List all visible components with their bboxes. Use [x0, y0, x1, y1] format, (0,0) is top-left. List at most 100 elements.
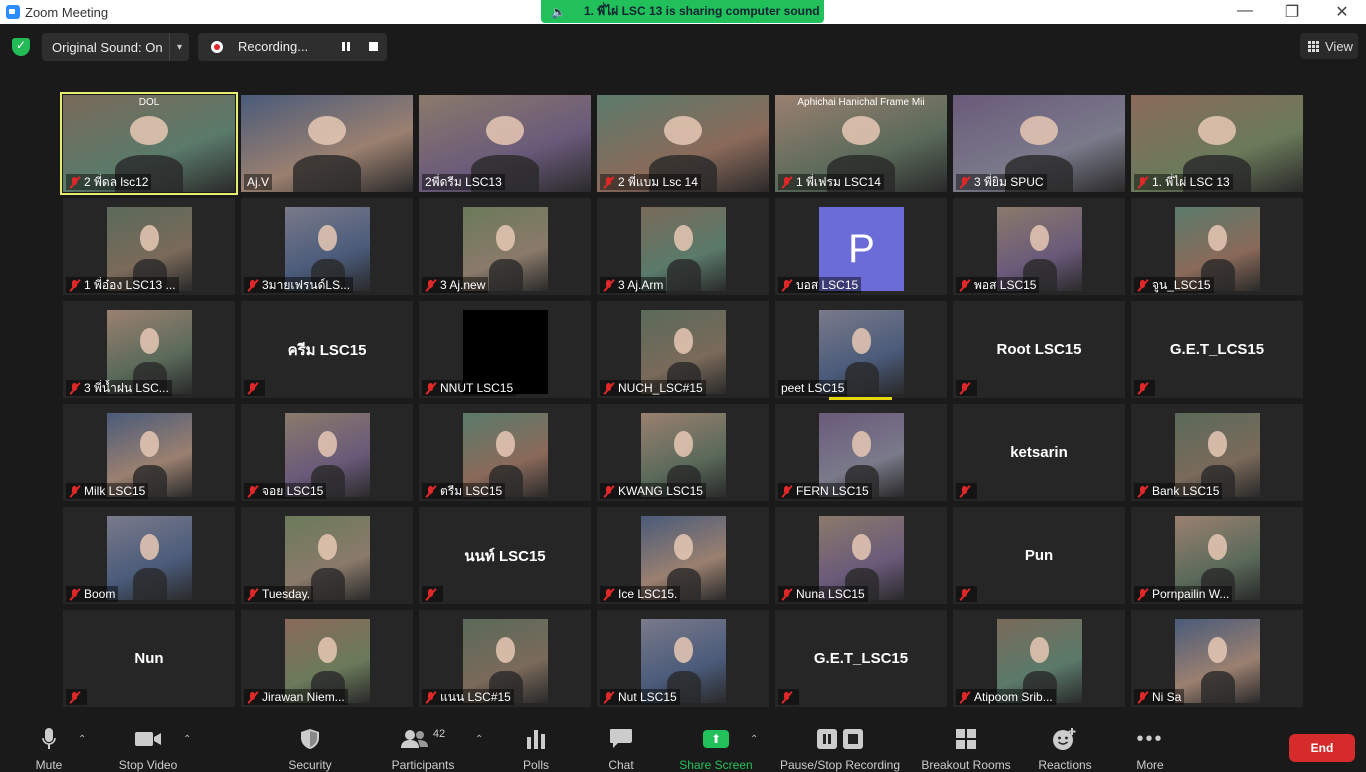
muted-mic-icon: [247, 691, 258, 704]
participant-name: บอส LSC15: [796, 278, 859, 292]
security-shield-icon[interactable]: [12, 38, 30, 56]
participant-tile[interactable]: NUCH_LSC#15: [597, 301, 769, 398]
reactions-button[interactable]: Reactions: [1035, 726, 1095, 772]
pause-stop-recording-button[interactable]: Pause/Stop Recording: [776, 726, 904, 772]
participant-tile[interactable]: 3 พี่น้ำฝน LSC...: [63, 301, 235, 398]
participant-name: Pornpailin W...: [1152, 587, 1230, 601]
muted-mic-icon: [69, 588, 80, 601]
person-silhouette: [318, 431, 337, 457]
participant-label: Milk LSC15: [66, 483, 149, 499]
person-silhouette: [852, 328, 871, 354]
minimize-icon[interactable]: —: [1230, 2, 1260, 20]
recording-label: Recording...: [238, 39, 309, 54]
participant-label: Tuesday.: [244, 586, 314, 602]
share-screen-button[interactable]: ⬆ Share Screen: [677, 726, 755, 772]
person-silhouette: [140, 225, 159, 251]
smiley-plus-icon: [1035, 726, 1095, 752]
chat-button[interactable]: Chat: [601, 726, 641, 772]
participant-tile[interactable]: Ni Sa: [1131, 610, 1303, 707]
participant-video: [107, 516, 192, 600]
participant-tile[interactable]: Nuna LSC15: [775, 507, 947, 604]
participants-button[interactable]: 42 Participants: [388, 726, 458, 772]
participant-tile[interactable]: KWANG LSC15: [597, 404, 769, 501]
person-silhouette: [1208, 637, 1227, 663]
more-dots-icon: •••: [1136, 727, 1164, 750]
participant-tile[interactable]: Atipoom Srib...: [953, 610, 1125, 707]
audio-options-chevron-icon[interactable]: ⌃: [78, 734, 86, 745]
window-title: Zoom Meeting: [25, 5, 109, 20]
polls-button[interactable]: Polls: [516, 726, 556, 772]
participant-tile[interactable]: G.E.T_LCS15: [1131, 301, 1303, 398]
participant-name: จูน_LSC15: [1152, 278, 1211, 292]
muted-mic-icon: [247, 382, 258, 395]
gallery-view: DOL 2 พี่ดล lsc12 Aj.V 2พี่ดรีม LSC13 2 พี่แ…: [60, 92, 1303, 707]
participant-tile[interactable]: FERN LSC15: [775, 404, 947, 501]
participant-tile[interactable]: 1 พี่อ๋อง LSC13 ...: [63, 198, 235, 295]
participant-name: Bank LSC15: [1152, 484, 1220, 498]
participant-tile[interactable]: 2 พี่แบม Lsc 14: [597, 95, 769, 192]
muted-mic-icon: [425, 382, 436, 395]
participant-tile[interactable]: P บอส LSC15: [775, 198, 947, 295]
participant-tile[interactable]: แนน LSC#15: [419, 610, 591, 707]
participant-tile[interactable]: Nut LSC15: [597, 610, 769, 707]
participant-tile[interactable]: Boom: [63, 507, 235, 604]
mute-button[interactable]: Mute: [28, 726, 70, 772]
participant-tile[interactable]: NNUT LSC15: [419, 301, 591, 398]
participant-name: 3 Aj.new: [440, 278, 486, 292]
participant-tile[interactable]: DOL 2 พี่ดล lsc12: [60, 92, 238, 195]
participant-tile[interactable]: ครีม LSC15: [241, 301, 413, 398]
participant-tile[interactable]: ตรีม LSC15: [419, 404, 591, 501]
participant-tile[interactable]: 2พี่ดรีม LSC13: [419, 95, 591, 192]
participant-name-display: Pun: [1024, 547, 1054, 564]
participant-label: Ice LSC15.: [600, 586, 681, 602]
participant-tile[interactable]: 3 Aj.Arm: [597, 198, 769, 295]
participant-tile[interactable]: พอส LSC15: [953, 198, 1125, 295]
chevron-down-icon[interactable]: ▾: [169, 33, 189, 61]
participant-name: 1 พี่เฟรม LSC14: [796, 175, 881, 189]
stop-video-button[interactable]: Stop Video: [112, 726, 184, 772]
stop-recording-icon[interactable]: [368, 41, 380, 53]
view-button[interactable]: View: [1300, 33, 1358, 59]
original-sound-button[interactable]: Original Sound: On ▾: [42, 33, 189, 61]
participant-tile[interactable]: Pun: [953, 507, 1125, 604]
meeting-top-bar: Original Sound: On ▾ Recording... View: [0, 24, 1366, 70]
participant-tile[interactable]: Ice LSC15.: [597, 507, 769, 604]
muted-mic-icon: [247, 485, 258, 498]
end-meeting-button[interactable]: End: [1289, 734, 1355, 762]
participant-tile[interactable]: Nun: [63, 610, 235, 707]
participant-tile[interactable]: Aj.V: [241, 95, 413, 192]
participant-tile[interactable]: Aphichai Hanichal Frame Mii 1 พี่เฟรม LSC…: [775, 95, 947, 192]
participant-tile[interactable]: Jirawan Niem...: [241, 610, 413, 707]
participants-options-chevron-icon[interactable]: ⌃: [475, 734, 483, 745]
participant-tile[interactable]: จูน_LSC15: [1131, 198, 1303, 295]
participant-name: 3 Aj.Arm: [618, 278, 664, 292]
breakout-rooms-button[interactable]: Breakout Rooms: [918, 726, 1014, 772]
sharing-sound-banner[interactable]: 🔈 1. พี่ไผ่ LSC 13 is sharing computer s…: [541, 0, 824, 23]
close-icon[interactable]: ✕: [1327, 2, 1357, 22]
maximize-icon[interactable]: ❐: [1277, 2, 1307, 22]
participant-tile[interactable]: นนท์ LSC15: [419, 507, 591, 604]
participant-tile[interactable]: 3 Aj.new: [419, 198, 591, 295]
pause-recording-icon[interactable]: [340, 41, 352, 53]
video-options-chevron-icon[interactable]: ⌃: [183, 734, 191, 745]
participant-tile[interactable]: Pornpailin W...: [1131, 507, 1303, 604]
participant-tile[interactable]: peet LSC15: [775, 301, 947, 398]
participant-tile[interactable]: Tuesday.: [241, 507, 413, 604]
person-silhouette: [140, 328, 159, 354]
participant-tile[interactable]: 3 พี่ยิม SPUC: [953, 95, 1125, 192]
participant-tile[interactable]: G.E.T_LSC15: [775, 610, 947, 707]
participant-tile[interactable]: ketsarin: [953, 404, 1125, 501]
share-options-chevron-icon[interactable]: ⌃: [750, 734, 758, 745]
participant-label: Nuna LSC15: [778, 586, 868, 602]
security-button[interactable]: Security: [284, 726, 336, 772]
participant-tile[interactable]: Milk LSC15: [63, 404, 235, 501]
participant-tile[interactable]: 1. พี่ไผ่ LSC 13: [1131, 95, 1303, 192]
person-silhouette: [496, 637, 515, 663]
more-button[interactable]: ••• More: [1130, 726, 1170, 772]
participant-tile[interactable]: Bank LSC15: [1131, 404, 1303, 501]
participant-tile[interactable]: 3มายเฟรนด์LS...: [241, 198, 413, 295]
participant-tile[interactable]: จอย LSC15: [241, 404, 413, 501]
participant-tile[interactable]: Root LSC15: [953, 301, 1125, 398]
muted-mic-icon: [603, 485, 614, 498]
participant-label: [956, 586, 977, 602]
